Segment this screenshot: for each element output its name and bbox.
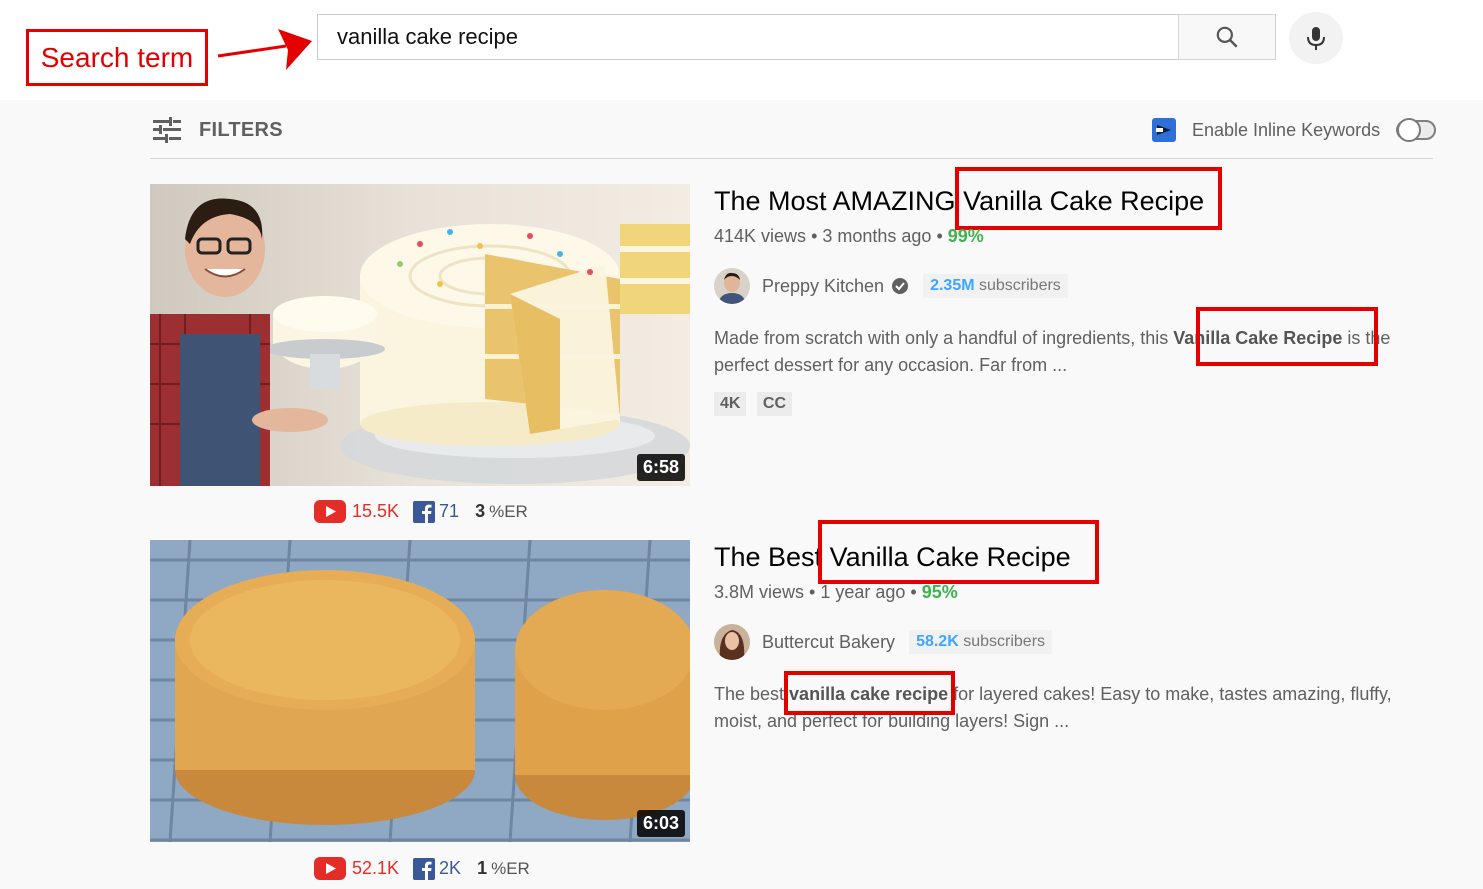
- youtube-count: 52.1K: [352, 858, 400, 878]
- filters-button[interactable]: FILTERS: [151, 116, 283, 144]
- vanilla-cake-chef-thumbnail-image: [150, 184, 690, 486]
- video-thumbnail[interactable]: 6:58: [150, 184, 690, 486]
- keyword-annotation-box: [955, 167, 1222, 230]
- filters-label: FILTERS: [199, 118, 283, 141]
- channel-info[interactable]: Preppy Kitchen 2.35M subscribers: [714, 268, 1068, 304]
- keyword-annotation-box: [1196, 307, 1378, 366]
- video-duration: 6:03: [636, 810, 685, 837]
- engagement-stats: 15.5K 71 3 %ER: [314, 500, 528, 523]
- search-icon: [1216, 26, 1238, 48]
- upload-age: 3 months ago: [822, 226, 932, 246]
- video-meta: 3.8M views • 1 year ago • 95%: [714, 582, 958, 602]
- search-term-annotation: Search term: [26, 29, 208, 86]
- annotation-arrow: [217, 29, 312, 70]
- inline-keywords-toggle[interactable]: [1396, 118, 1437, 142]
- channel-name[interactable]: Buttercut Bakery: [762, 632, 895, 653]
- chef-avatar-image: [714, 268, 750, 304]
- keyword-annotation-box: [818, 520, 1099, 584]
- subscriber-label: subscribers: [979, 277, 1061, 294]
- engagement-rate-value: 1: [477, 858, 488, 878]
- inline-keywords-control: Enable Inline Keywords: [1152, 118, 1437, 142]
- subscriber-badge: 2.35M subscribers: [923, 274, 1068, 298]
- video-thumbnail[interactable]: 6:03: [150, 540, 690, 842]
- facebook-icon: [413, 857, 436, 880]
- score-percent: 95%: [921, 582, 958, 602]
- video-meta: 414K views • 3 months ago • 99%: [714, 226, 984, 246]
- engagement-rate-unit: %ER: [489, 501, 528, 521]
- subscriber-count: 2.35M: [930, 277, 975, 294]
- score-percent: 99%: [947, 226, 984, 246]
- inline-keywords-label: Enable Inline Keywords: [1192, 119, 1381, 140]
- cake-layers-on-rack-thumbnail-image: [150, 540, 690, 842]
- video-title-prefix: The Most AMAZING: [714, 186, 964, 216]
- youtube-count: 15.5K: [352, 501, 400, 521]
- keyword-annotation-box: [784, 671, 955, 715]
- subscriber-badge: 58.2K subscribers: [909, 630, 1053, 654]
- view-count: 414K views: [714, 226, 807, 246]
- description-text: Made from scratch with only a handful of…: [714, 328, 1174, 348]
- video-title-prefix: The Best: [714, 542, 830, 572]
- search-input[interactable]: vanilla cake recipe: [317, 14, 1179, 60]
- upload-age: 1 year ago: [820, 582, 906, 602]
- filter-sliders-icon: [153, 117, 181, 143]
- engagement-rate-value: 3: [475, 501, 486, 521]
- channel-name[interactable]: Preppy Kitchen: [762, 276, 884, 297]
- subscriber-count: 58.2K: [916, 633, 959, 650]
- search-button[interactable]: [1178, 14, 1276, 60]
- tag-4k: 4K: [714, 392, 747, 416]
- description-text: The best: [714, 684, 790, 704]
- microphone-icon: [1307, 27, 1325, 50]
- video-duration: 6:58: [636, 454, 685, 481]
- video-tags: 4K CC: [714, 392, 798, 416]
- channel-info[interactable]: Buttercut Bakery 58.2K subscribers: [714, 624, 1053, 660]
- voice-search-button[interactable]: [1289, 12, 1343, 64]
- youtube-icon: [314, 857, 346, 880]
- baker-avatar-image: [714, 624, 750, 660]
- divider: [150, 158, 1433, 159]
- channel-avatar[interactable]: [714, 624, 750, 660]
- facebook-icon: [413, 500, 436, 523]
- engagement-rate-unit: %ER: [491, 858, 530, 878]
- youtube-icon: [314, 500, 346, 523]
- tag-cc: CC: [756, 392, 793, 416]
- verified-check-icon: [892, 278, 909, 294]
- facebook-count: 71: [439, 501, 460, 521]
- subscriber-label: subscribers: [963, 633, 1046, 650]
- toggle-knob: [1397, 118, 1422, 142]
- view-count: 3.8M views: [714, 582, 805, 602]
- extension-logo-icon: [1152, 118, 1176, 142]
- channel-avatar[interactable]: [714, 268, 750, 304]
- facebook-count: 2K: [439, 858, 462, 878]
- engagement-stats: 52.1K 2K 1 %ER: [314, 857, 530, 880]
